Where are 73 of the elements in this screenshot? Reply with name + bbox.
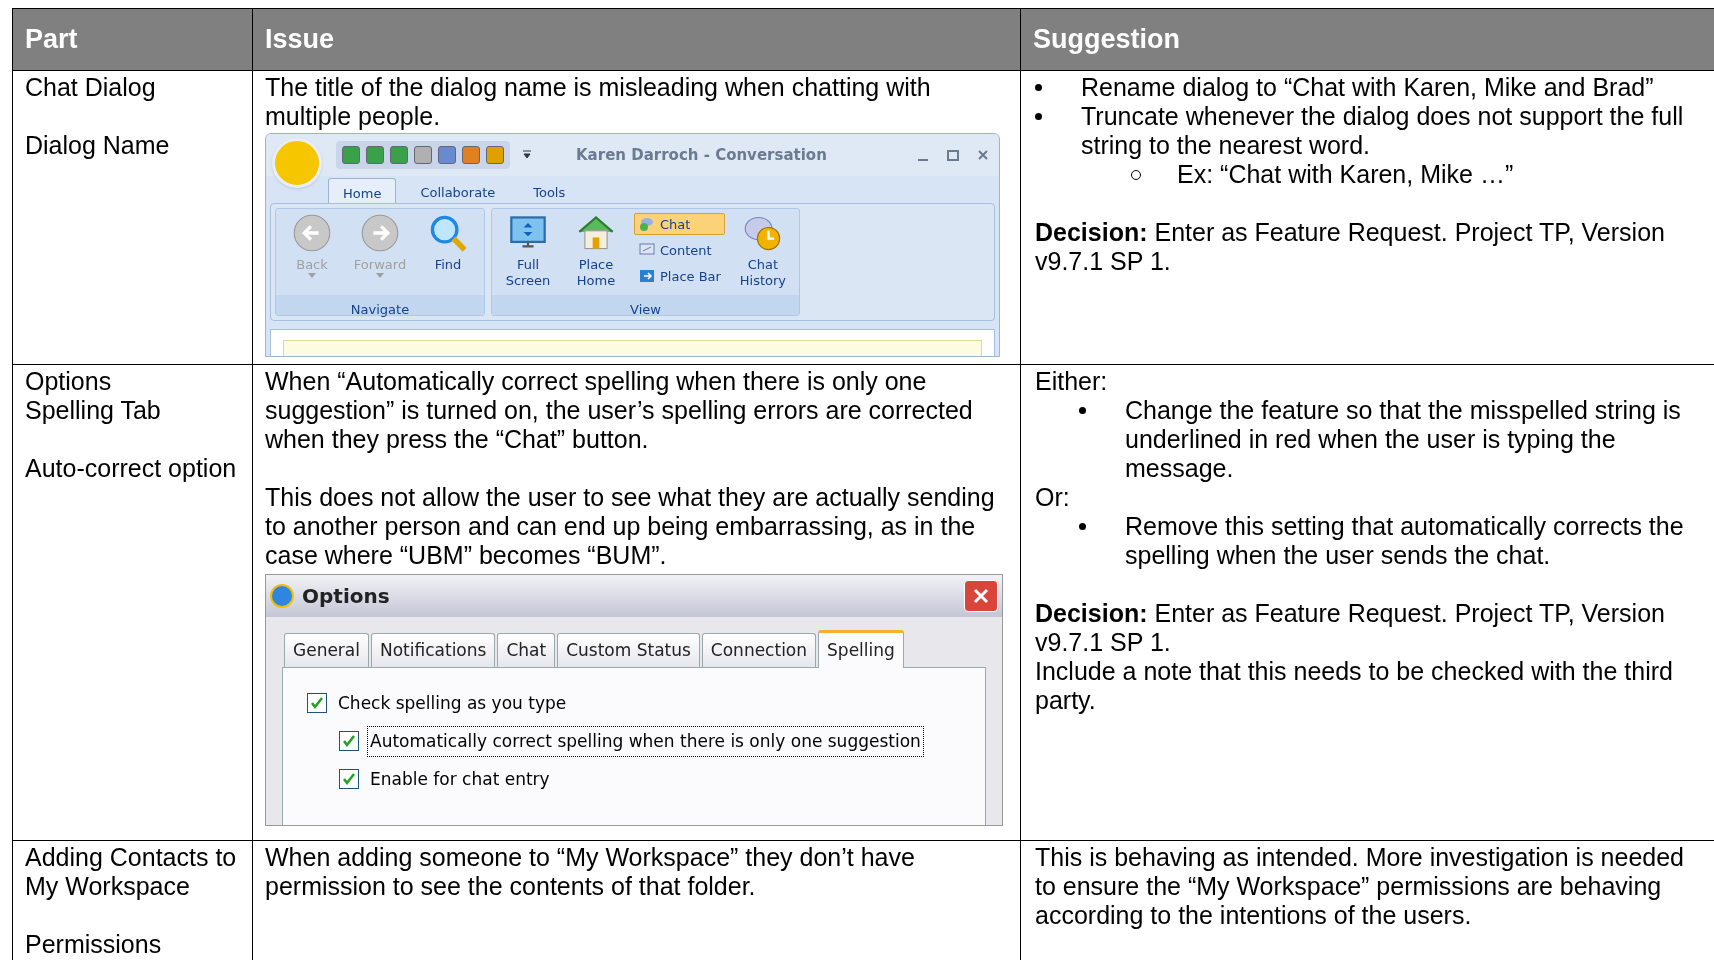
ribbon-button[interactable]: Full Screen xyxy=(498,213,558,295)
part-label: Adding Contacts to My Workspace xyxy=(25,843,238,901)
maximize-icon[interactable] xyxy=(947,149,959,161)
toolbar-icon[interactable] xyxy=(438,146,456,164)
dropdown-arrow-icon xyxy=(376,273,384,278)
part-label: Spelling Tab xyxy=(25,396,162,425)
ribbon-small-button[interactable]: Chat xyxy=(634,213,725,235)
checkbox[interactable] xyxy=(339,769,359,789)
issue-text: The title of the dialog name is misleading when chatting with multiple people. xyxy=(265,73,932,131)
group-label: View xyxy=(492,295,799,315)
part-label: Permissions xyxy=(25,930,163,959)
tab[interactable]: Spelling xyxy=(818,630,904,668)
issue-text: This does not allow the user to see what they are actually sending to another person and can end up being embarrassing, as in the case where “UBM” becomes “BUM”. xyxy=(265,483,996,570)
ribbon-tab[interactable]: Home xyxy=(328,178,397,203)
ribbon-button[interactable]: Place Home xyxy=(566,213,626,295)
suggestion-text: Rename dialog to “Chat with Karen, Mike and Brad” xyxy=(1081,73,1654,102)
column-header: Part xyxy=(25,23,78,57)
chat-icon xyxy=(638,215,656,233)
issue-text: When “Automatically correct spelling when there is only one suggestion” is turned on, the user’s spelling errors are corrected when they press the “Chat” button. xyxy=(265,367,974,454)
suggestion-text: Decision: Enter as Feature Request. Project TP, Version v9.7.1 SP 1. xyxy=(1035,218,1666,276)
tab[interactable]: Chat xyxy=(497,633,556,667)
suggestion-text: Include a note that this needs to be checked with the third party. xyxy=(1035,657,1674,715)
tab[interactable]: Notifications xyxy=(371,633,496,667)
toolbar-icon[interactable] xyxy=(390,146,408,164)
ribbon-tab[interactable]: Collaborate xyxy=(406,178,510,203)
ribbon-tab[interactable]: Tools xyxy=(519,178,580,203)
part-label: Auto-correct option xyxy=(25,454,238,483)
toolbar-icon[interactable] xyxy=(366,146,384,164)
column-header: Suggestion xyxy=(1033,23,1180,57)
bullet-icon xyxy=(1035,84,1042,91)
issue-text: When adding someone to “My Workspace” they don’t have permission to see the contents of that folder. xyxy=(265,843,916,901)
ribbon-button[interactable]: Find xyxy=(418,213,478,295)
part-label: Options xyxy=(25,367,113,396)
part-label: Chat Dialog xyxy=(25,73,157,102)
suggestion-text: Or: xyxy=(1035,483,1071,512)
ribbon-button[interactable]: Chat History xyxy=(732,213,793,295)
close-button[interactable] xyxy=(964,580,998,612)
bullet-icon xyxy=(1079,523,1086,530)
dropdown-arrow-icon xyxy=(308,273,316,278)
close-icon[interactable] xyxy=(977,149,989,161)
window-title: Karen Darroch - Conversation xyxy=(576,144,827,166)
tab[interactable]: Connection xyxy=(701,633,817,667)
suggestion-text: Either: xyxy=(1035,367,1109,396)
arrow-panel-icon xyxy=(638,267,656,285)
tab[interactable]: Custom Status xyxy=(557,633,700,667)
ribbon-small-button[interactable]: Content xyxy=(634,239,725,261)
close-icon xyxy=(973,588,989,604)
checkbox[interactable] xyxy=(339,731,359,751)
checkbox-label: Check spelling as you type xyxy=(337,691,568,715)
toolbar-icon[interactable] xyxy=(342,146,360,164)
search-icon xyxy=(428,213,468,253)
toolbar-icon[interactable] xyxy=(462,146,480,164)
suggestion-text: Ex: “Chat with Karen, Mike …” xyxy=(1177,160,1514,189)
checkbox-label: Automatically correct spelling when there is only one suggestion xyxy=(367,725,924,757)
customize-toolbar-icon[interactable] xyxy=(522,150,532,160)
tab[interactable]: General xyxy=(284,633,369,667)
ribbon-small-button[interactable]: Place Bar xyxy=(634,265,725,287)
group-label: Navigate xyxy=(276,295,484,315)
suggestion-text: Change the feature so that the misspelled string is underlined in red when the user is typing the message. xyxy=(1125,396,1682,483)
suggestion-text: This is behaving as intended. More investigation is needed to ensure the “My Workspace” permissions are behaving according to the intentions of the users. xyxy=(1035,843,1685,930)
suggestion-text: Decision: Enter as Feature Request. Project TP, Version v9.7.1 SP 1. xyxy=(1035,599,1666,657)
suggestion-text: Remove this setting that automatically corrects the spelling when the user sends the chat. xyxy=(1125,512,1685,570)
dialog-title: Options xyxy=(302,582,390,610)
suggestion-text: Truncate whenever the dialog does not support the full string to the nearest word. xyxy=(1081,102,1685,160)
checkbox-label: Enable for chat entry xyxy=(369,767,551,791)
toolbar-icon[interactable] xyxy=(414,146,432,164)
column-header: Issue xyxy=(265,23,335,57)
part-label: Dialog Name xyxy=(25,131,171,160)
bullet-icon xyxy=(1079,407,1086,414)
toolbar-icon[interactable] xyxy=(486,146,504,164)
app-icon xyxy=(270,584,294,608)
bullet-icon xyxy=(1035,113,1042,120)
checkbox[interactable] xyxy=(307,693,327,713)
